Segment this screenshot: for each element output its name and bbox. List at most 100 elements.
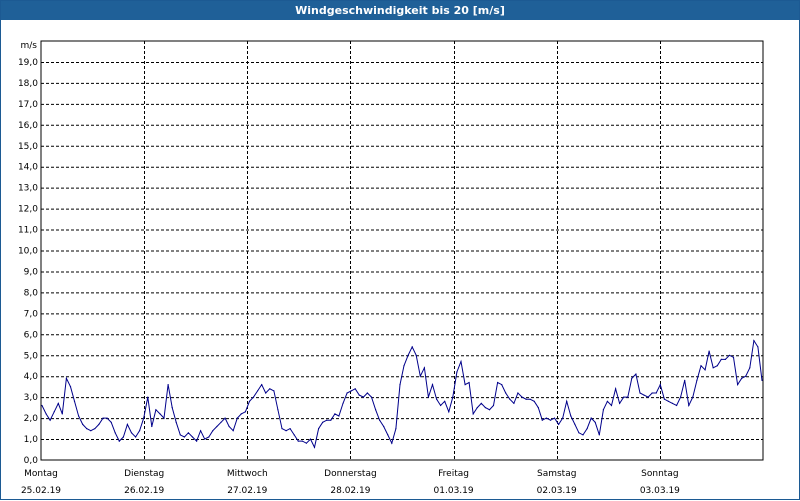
data-point <box>708 350 710 352</box>
x-axis-ticks: Montag 25.02.19 Dienstag 26.02.19 Mittwoch 27… <box>21 469 680 496</box>
data-point <box>570 415 572 417</box>
data-point <box>334 413 336 415</box>
data-point <box>627 396 629 398</box>
data-point <box>183 436 185 438</box>
data-point <box>737 384 739 386</box>
data-point <box>684 379 686 381</box>
data-point <box>155 409 157 411</box>
data-point <box>667 400 670 402</box>
data-point <box>273 390 275 392</box>
data-point <box>171 407 173 409</box>
data-point <box>643 394 645 396</box>
data-point <box>122 436 124 438</box>
y-tick-label: 16,0 <box>18 121 38 131</box>
data-point <box>318 428 320 430</box>
data-point <box>688 404 690 407</box>
data-point <box>606 400 609 402</box>
x-tick-date-label: 01.03.19 <box>434 486 474 496</box>
data-point <box>700 365 702 367</box>
y-tick-label: 1,0 <box>24 435 39 445</box>
data-point <box>488 409 491 411</box>
data-point <box>69 386 72 388</box>
data-point <box>651 392 653 394</box>
data-point <box>65 377 67 379</box>
data-point <box>399 384 401 386</box>
data-point <box>130 432 133 434</box>
data-point <box>208 436 210 438</box>
data-point <box>261 384 263 386</box>
data-point <box>240 413 242 415</box>
data-point <box>427 396 429 398</box>
data-point <box>415 354 417 356</box>
data-point <box>598 434 600 436</box>
data-point <box>558 423 560 425</box>
data-point <box>753 340 755 342</box>
data-point <box>720 358 722 360</box>
x-tick-day-label: Mittwoch <box>227 469 268 479</box>
y-tick-label: 8,0 <box>24 288 39 298</box>
data-point <box>549 419 552 421</box>
data-point <box>269 388 271 390</box>
data-point <box>472 413 474 415</box>
x-tick-day-label: Montag <box>24 469 58 479</box>
data-point <box>728 354 731 356</box>
y-axis-ticks: 0,0 1,0 2,0 3,0 4,0 5,0 6,0 7,0 8,0 9,0 10,0 11,0 12… <box>18 58 38 466</box>
data-point <box>163 417 165 419</box>
data-point <box>513 402 515 404</box>
data-point <box>342 402 344 404</box>
data-point <box>248 400 251 402</box>
x-tick-date-label: 03.03.19 <box>640 486 680 496</box>
data-point <box>635 373 637 375</box>
data-point <box>525 398 527 400</box>
data-point <box>647 396 649 398</box>
data-point <box>252 396 255 398</box>
data-point <box>86 428 88 430</box>
data-point <box>509 398 511 400</box>
data-point <box>741 377 743 379</box>
wind-speed-chart: 0,0 1,0 2,0 3,0 4,0 5,0 6,0 7,0 8,0 9,0 10,0 11,0 12… <box>18 40 764 496</box>
data-point <box>586 428 588 430</box>
x-tick-day-label: Freitag <box>438 469 469 479</box>
data-point <box>671 402 674 404</box>
data-point <box>73 400 76 402</box>
data-point <box>196 440 198 442</box>
data-point <box>313 446 316 448</box>
data-point <box>375 409 377 411</box>
data-point <box>297 440 299 442</box>
data-point <box>732 356 735 358</box>
data-point <box>143 417 145 419</box>
data-point <box>623 396 625 398</box>
x-tick-date-label: 02.03.19 <box>537 486 577 496</box>
y-tick-label: 17,0 <box>18 100 38 110</box>
data-point <box>749 367 751 369</box>
data-point <box>448 411 450 413</box>
data-point <box>497 381 499 384</box>
y-tick-label: 18,0 <box>18 79 38 89</box>
data-point <box>159 413 161 415</box>
y-tick-label: 15,0 <box>18 142 38 152</box>
data-point <box>362 396 364 398</box>
chart-window: Windgeschwindigkeit bis 20 [m/s] 0,0 1,0 2… <box>0 0 800 500</box>
data-point <box>110 421 112 423</box>
data-point <box>98 423 100 425</box>
data-point <box>716 365 718 367</box>
data-point <box>391 442 393 444</box>
data-point <box>78 415 80 417</box>
data-point <box>602 409 605 411</box>
y-tick-label: 19,0 <box>18 58 38 68</box>
data-point <box>480 402 482 404</box>
y-tick-label: 13,0 <box>18 184 38 194</box>
data-point <box>228 425 230 428</box>
data-point <box>712 367 714 369</box>
data-point <box>468 381 470 384</box>
data-point <box>212 430 214 432</box>
data-point <box>135 436 137 438</box>
data-point <box>460 360 462 363</box>
data-point <box>704 369 706 371</box>
data-point <box>257 390 259 392</box>
data-point <box>379 419 381 421</box>
y-tick-label: 7,0 <box>24 309 39 319</box>
data-point <box>419 375 421 377</box>
x-tick-day-label: Samstag <box>537 469 576 479</box>
data-point <box>358 394 360 396</box>
